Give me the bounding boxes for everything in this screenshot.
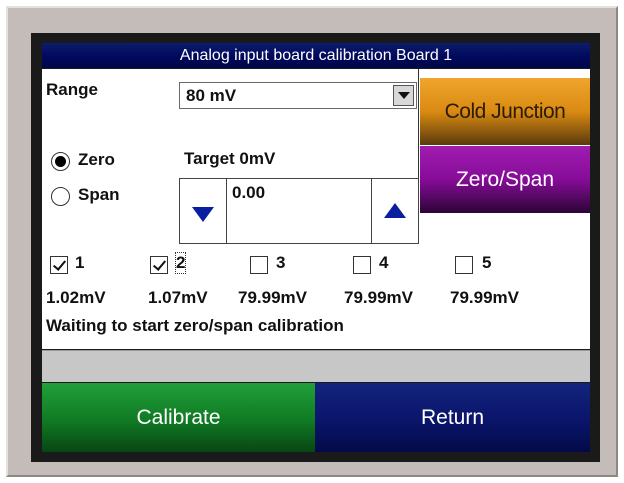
channel-2-reading: 1.07mV	[148, 288, 208, 307]
zero-radio[interactable]	[51, 152, 70, 171]
channel-2-label: 2	[174, 252, 187, 274]
zero-radio-label: Zero	[78, 150, 115, 169]
channel-3-label: 3	[276, 253, 286, 272]
range-label: Range	[46, 80, 98, 99]
channel-4-reading: 79.99mV	[344, 288, 413, 307]
span-radio-label: Span	[78, 185, 120, 204]
status-text: Waiting to start zero/span calibration	[46, 316, 344, 335]
channel-5-label: 5	[482, 253, 492, 272]
channel-5-checkbox[interactable]	[455, 256, 473, 274]
calibrate-button[interactable]: Calibrate	[42, 383, 315, 452]
channel-1-reading: 1.02mV	[46, 288, 106, 307]
channel-3-checkbox[interactable]	[250, 256, 268, 274]
target-label: Target 0mV	[184, 149, 276, 168]
channel-1-label: 1	[75, 253, 85, 272]
channel-4-checkbox[interactable]	[353, 256, 371, 274]
channel-3-reading: 79.99mV	[238, 288, 307, 307]
increment-arrow-icon[interactable]	[371, 179, 418, 243]
chevron-down-icon[interactable]	[393, 85, 414, 106]
title-bar: Analog input board calibration Board 1	[42, 43, 590, 68]
zero-span-button[interactable]: Zero/Span	[420, 146, 590, 213]
target-stepper: 0.00	[179, 178, 419, 244]
target-value[interactable]: 0.00	[232, 183, 265, 203]
range-selected-value: 80 mV	[186, 86, 237, 105]
return-button[interactable]: Return	[315, 383, 590, 452]
channel-1-checkbox[interactable]	[50, 256, 68, 274]
channel-2-checkbox[interactable]	[150, 256, 168, 274]
range-dropdown[interactable]: 80 mV	[179, 82, 417, 109]
channel-4-label: 4	[379, 253, 389, 272]
span-radio[interactable]	[51, 187, 70, 206]
progress-bar	[42, 350, 590, 382]
cold-junction-button[interactable]: Cold Junction	[420, 78, 590, 145]
channel-5-reading: 79.99mV	[450, 288, 519, 307]
decrement-arrow-icon[interactable]	[180, 179, 227, 243]
